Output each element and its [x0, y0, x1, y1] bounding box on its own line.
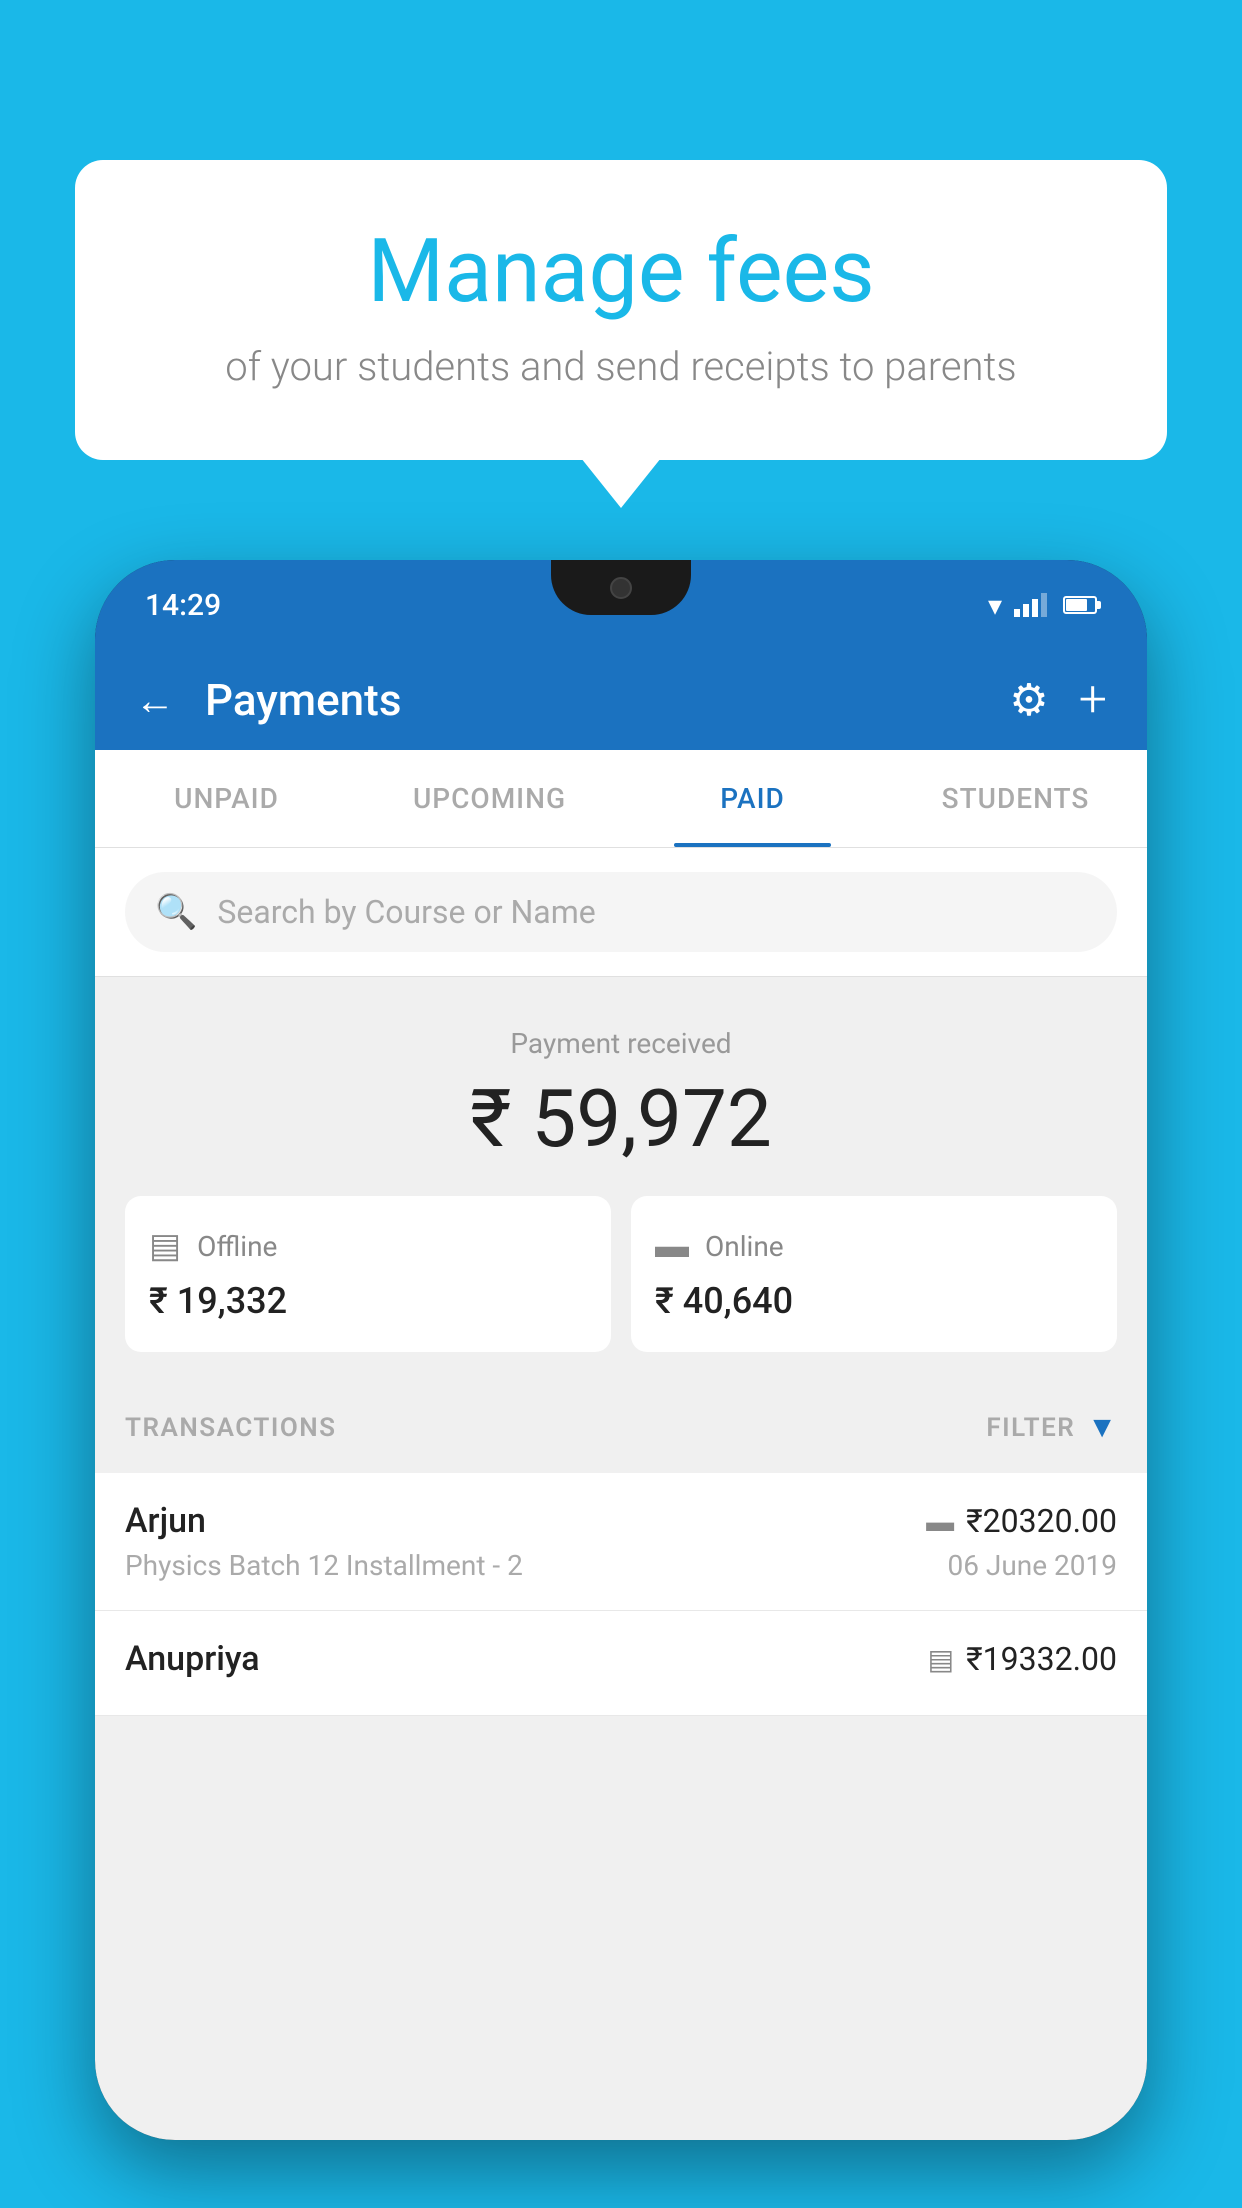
search-icon: 🔍	[155, 892, 197, 932]
tabs-bar: UNPAID UPCOMING PAID STUDENTS	[95, 750, 1147, 848]
online-amount: ₹ 40,640	[655, 1280, 1093, 1322]
status-time: 14:29	[145, 588, 221, 623]
battery-icon	[1063, 596, 1097, 614]
offline-payment-icon-2: ▤	[928, 1643, 954, 1676]
offline-payment-card: ▤ Offline ₹ 19,332	[125, 1196, 611, 1352]
payment-cards: ▤ Offline ₹ 19,332 ▬ Online ₹ 40,640	[125, 1196, 1117, 1352]
offline-card-top: ▤ Offline	[149, 1226, 587, 1266]
transactions-label: TRANSACTIONS	[125, 1413, 337, 1443]
online-icon: ▬	[655, 1226, 689, 1266]
phone-container: 14:29 ▾ ←	[95, 560, 1147, 2208]
phone: 14:29 ▾ ←	[95, 560, 1147, 2140]
status-bar: 14:29 ▾	[95, 560, 1147, 650]
course-name-1: Physics Batch 12 Installment - 2	[125, 1549, 523, 1582]
transaction-top-2: Anupriya ▤ ₹19332.00	[125, 1639, 1117, 1679]
signal-icon	[1014, 593, 1047, 617]
transaction-amount-1: ▬ ₹20320.00	[926, 1502, 1117, 1540]
phone-screen: ← Payments ⚙ + UNPAID UPCOMING PAID	[95, 650, 1147, 2140]
student-name-2: Anupriya	[125, 1639, 260, 1679]
search-container: 🔍 Search by Course or Name	[95, 848, 1147, 977]
transaction-date-1: 06 June 2019	[947, 1549, 1117, 1582]
wifi-icon: ▾	[988, 589, 1002, 622]
speech-bubble: Manage fees of your students and send re…	[75, 160, 1167, 460]
header-right: ⚙ +	[1009, 671, 1107, 729]
payment-total-amount: ₹ 59,972	[125, 1072, 1117, 1166]
add-button[interactable]: +	[1079, 671, 1107, 729]
filter-label: FILTER	[986, 1413, 1075, 1443]
transactions-header: TRANSACTIONS FILTER ▼	[95, 1382, 1147, 1473]
app-header: ← Payments ⚙ +	[95, 650, 1147, 750]
page-title: Payments	[205, 674, 401, 726]
tab-paid[interactable]: PAID	[621, 750, 884, 847]
online-card-top: ▬ Online	[655, 1226, 1093, 1266]
search-placeholder: Search by Course or Name	[217, 893, 595, 931]
speech-bubble-headline: Manage fees	[155, 220, 1087, 323]
notch	[551, 560, 691, 615]
offline-icon: ▤	[149, 1226, 181, 1266]
tab-unpaid[interactable]: UNPAID	[95, 750, 358, 847]
header-left: ← Payments	[135, 674, 401, 726]
online-payment-icon-1: ▬	[926, 1505, 954, 1538]
tab-students[interactable]: STUDENTS	[884, 750, 1147, 847]
settings-icon[interactable]: ⚙	[1009, 674, 1048, 726]
table-row[interactable]: Arjun ▬ ₹20320.00 Physics Batch 12 Insta…	[95, 1473, 1147, 1611]
tab-upcoming[interactable]: UPCOMING	[358, 750, 621, 847]
online-payment-card: ▬ Online ₹ 40,640	[631, 1196, 1117, 1352]
online-label: Online	[705, 1230, 784, 1263]
camera	[610, 577, 632, 599]
offline-label: Offline	[197, 1230, 277, 1263]
student-name-1: Arjun	[125, 1501, 206, 1541]
search-box[interactable]: 🔍 Search by Course or Name	[125, 872, 1117, 952]
speech-bubble-subtext: of your students and send receipts to pa…	[155, 343, 1087, 390]
status-icons: ▾	[988, 589, 1097, 622]
transaction-top-1: Arjun ▬ ₹20320.00	[125, 1501, 1117, 1541]
transaction-bottom-1: Physics Batch 12 Installment - 2 06 June…	[125, 1549, 1117, 1582]
payment-received-label: Payment received	[125, 1027, 1117, 1060]
back-button[interactable]: ←	[135, 677, 175, 724]
offline-amount: ₹ 19,332	[149, 1280, 587, 1322]
transaction-amount-2: ▤ ₹19332.00	[928, 1640, 1117, 1678]
filter-icon: ▼	[1087, 1410, 1117, 1445]
table-row[interactable]: Anupriya ▤ ₹19332.00	[95, 1611, 1147, 1716]
filter-area[interactable]: FILTER ▼	[986, 1410, 1117, 1445]
payment-summary: Payment received ₹ 59,972 ▤ Offline ₹ 19…	[95, 977, 1147, 1382]
